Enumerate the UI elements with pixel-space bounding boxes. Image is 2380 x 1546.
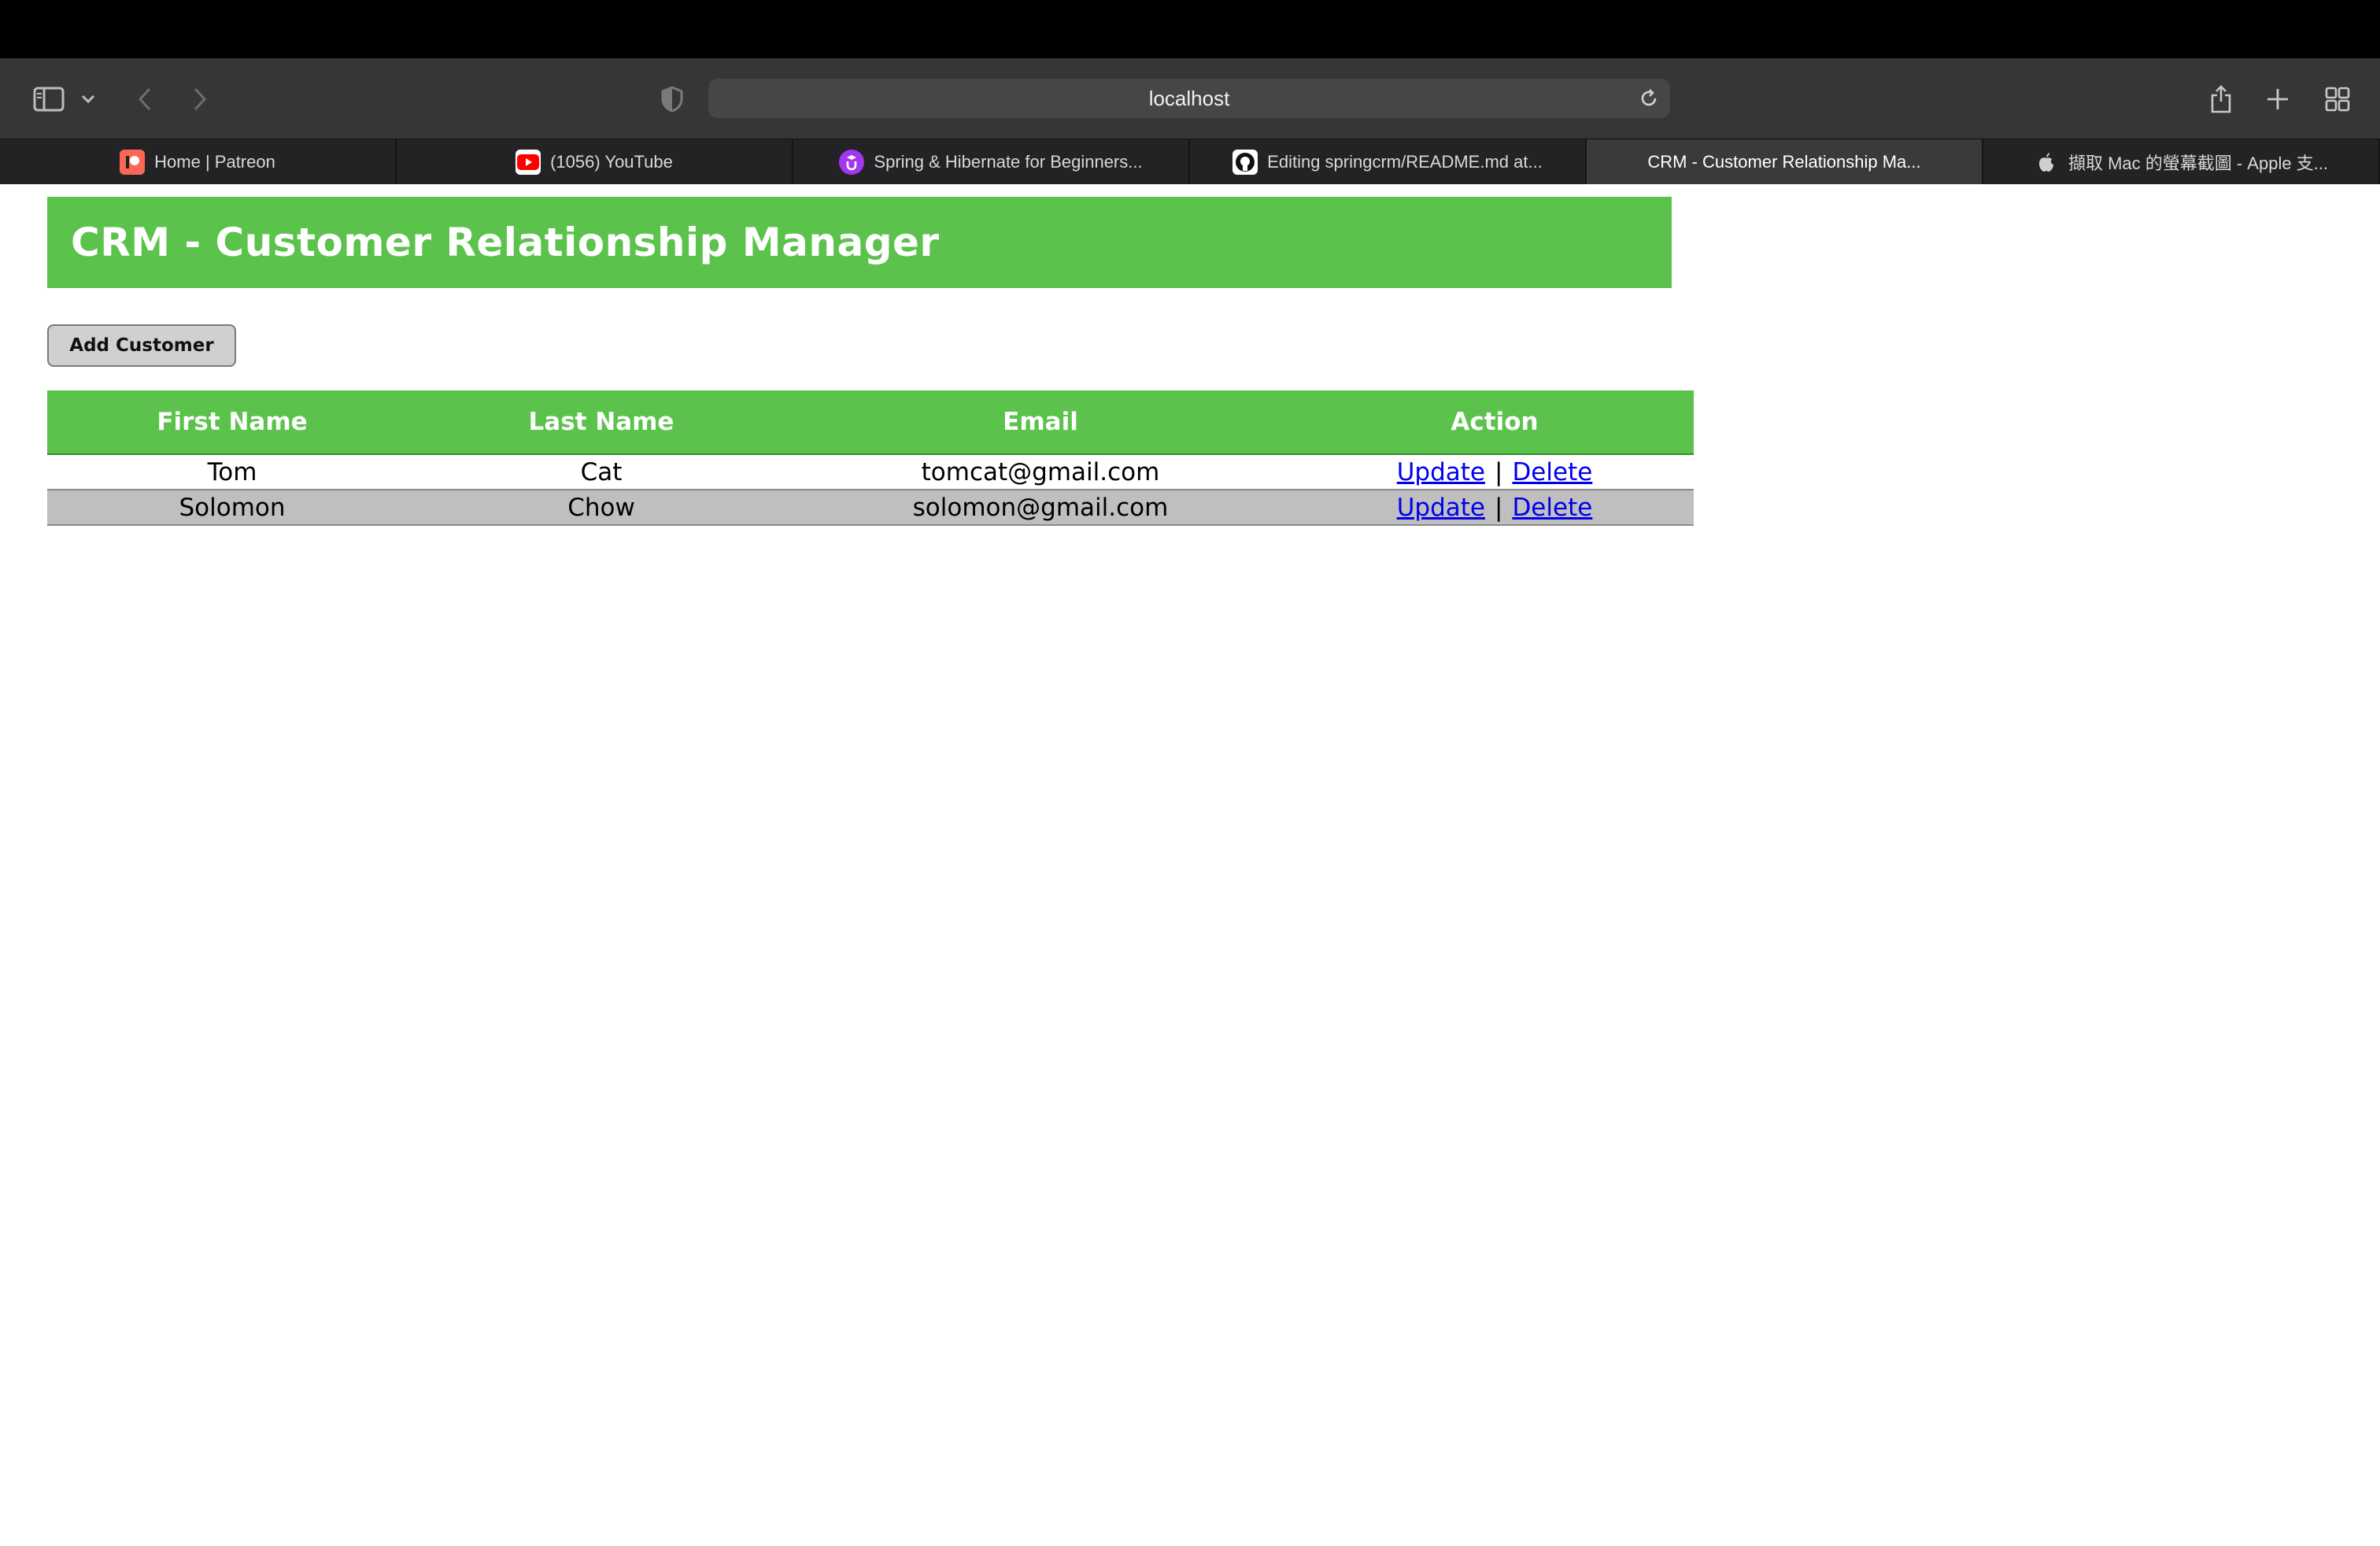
patreon-icon — [120, 150, 146, 175]
tab-udemy[interactable]: Spring & Hibernate for Beginners... — [793, 139, 1190, 185]
table-row: Tom Cat tomcat@gmail.com Update | Delete — [47, 454, 1694, 490]
email-cell: tomcat@gmail.com — [785, 454, 1295, 490]
page-title: CRM - Customer Relationship Manager — [71, 220, 940, 265]
tab-label: Home | Patreon — [154, 152, 275, 172]
tab-label: CRM - Customer Relationship Ma... — [1647, 152, 1921, 172]
last-name-cell: Chow — [417, 490, 785, 526]
github-icon — [1232, 150, 1258, 175]
udemy-icon — [839, 150, 865, 175]
reload-icon[interactable] — [1639, 88, 1659, 114]
tab-label: (1056) YouTube — [550, 152, 673, 172]
column-header-email: Email — [785, 390, 1295, 455]
url-text: localhost — [1148, 86, 1230, 110]
table-header-row: First Name Last Name Email Action — [47, 390, 1694, 455]
tab-bar: Home | Patreon (1056) YouTube Spring & H… — [0, 139, 2380, 185]
first-name-cell: Tom — [47, 454, 417, 490]
action-cell: Update | Delete — [1295, 490, 1694, 526]
column-header-first-name: First Name — [47, 390, 417, 455]
privacy-shield-icon[interactable] — [650, 77, 694, 121]
tab-crm[interactable]: CRM - Customer Relationship Ma... — [1587, 139, 1983, 185]
system-menu-bar — [0, 0, 2380, 58]
link-separator: | — [1494, 457, 1503, 486]
customer-table: First Name Last Name Email Action Tom Ca… — [47, 390, 1694, 526]
chevron-down-icon[interactable] — [72, 77, 104, 121]
last-name-cell: Cat — [417, 454, 785, 490]
table-row: Solomon Chow solomon@gmail.com Update | De… — [47, 490, 1694, 526]
apple-icon — [2034, 150, 2059, 175]
share-icon[interactable] — [2199, 77, 2243, 121]
add-customer-button[interactable]: Add Customer — [47, 324, 236, 367]
address-bar[interactable]: localhost — [708, 79, 1670, 118]
forward-icon[interactable] — [178, 77, 222, 121]
email-cell: solomon@gmail.com — [785, 490, 1295, 526]
tab-label: Spring & Hibernate for Beginners... — [874, 152, 1143, 172]
first-name-cell: Solomon — [47, 490, 417, 526]
delete-link[interactable]: Delete — [1512, 458, 1592, 486]
link-separator: | — [1494, 493, 1503, 522]
update-link[interactable]: Update — [1397, 494, 1485, 522]
column-header-action: Action — [1295, 390, 1694, 455]
youtube-icon — [516, 150, 541, 175]
tab-patreon[interactable]: Home | Patreon — [0, 139, 397, 185]
update-link[interactable]: Update — [1397, 458, 1485, 486]
new-tab-icon[interactable] — [2256, 77, 2300, 121]
back-icon[interactable] — [123, 77, 167, 121]
tab-youtube[interactable]: (1056) YouTube — [397, 139, 793, 185]
column-header-last-name: Last Name — [417, 390, 785, 455]
tab-apple-support[interactable]: 擷取 Mac 的螢幕截圖 - Apple 支... — [1983, 139, 2380, 185]
delete-link[interactable]: Delete — [1512, 494, 1592, 522]
web-page: CRM - Customer Relationship Manager Add … — [0, 184, 2380, 1546]
page-header: CRM - Customer Relationship Manager — [47, 197, 1672, 288]
browser-toolbar: localhost — [0, 58, 2380, 139]
tab-github[interactable]: Editing springcrm/README.md at... — [1190, 139, 1587, 185]
tab-label: 擷取 Mac 的螢幕截圖 - Apple 支... — [2068, 153, 2329, 173]
action-cell: Update | Delete — [1295, 454, 1694, 490]
tab-overview-icon[interactable] — [2315, 77, 2360, 121]
tab-label: Editing springcrm/README.md at... — [1267, 152, 1543, 172]
sidebar-toggle-icon[interactable] — [27, 77, 71, 121]
